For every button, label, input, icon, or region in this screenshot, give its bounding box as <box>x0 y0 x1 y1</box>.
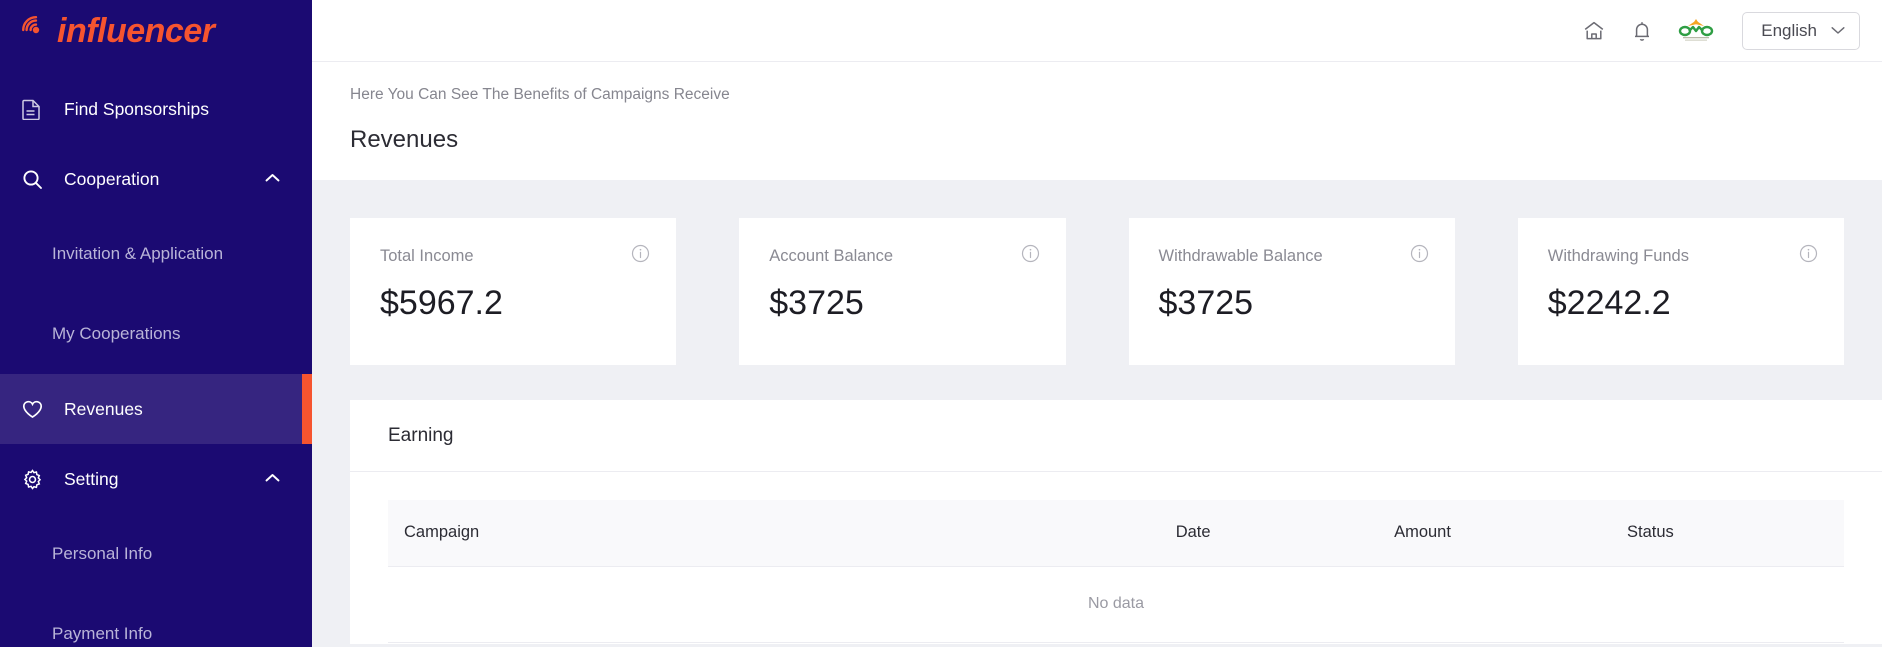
column-header-amount[interactable]: Amount <box>1378 500 1612 567</box>
earning-panel-header: Earning <box>350 400 1882 472</box>
sidebar-item-label: Revenues <box>64 398 143 419</box>
earning-panel: Earning Campaign Date Amount Status No d… <box>350 400 1882 644</box>
empty-state-text: No data <box>388 566 1844 643</box>
gear-icon <box>22 468 48 490</box>
sidebar-group-cooperation[interactable]: Cooperation <box>0 144 312 214</box>
chevron-up-icon[interactable] <box>265 170 280 188</box>
language-selector[interactable]: English <box>1742 11 1860 50</box>
language-label: English <box>1761 20 1817 40</box>
brand-name: influencer <box>57 11 215 50</box>
earning-table-wrap: Campaign Date Amount Status No data <box>350 472 1882 643</box>
bell-icon[interactable] <box>1620 9 1664 53</box>
column-header-status[interactable]: Status <box>1611 500 1844 567</box>
document-icon <box>22 99 48 120</box>
sidebar: influencer Find Sponsorships Cooperation… <box>0 0 312 647</box>
stat-card-value: $2242.2 <box>1547 284 1671 322</box>
home-icon[interactable] <box>1572 9 1616 53</box>
sidebar-group-label: Setting <box>64 468 119 489</box>
sidebar-group-setting[interactable]: Setting <box>0 444 312 514</box>
stat-card-label: Account Balance <box>769 246 894 265</box>
sidebar-item-label: Find Sponsorships <box>64 98 209 119</box>
brand-logo[interactable]: influencer <box>0 0 312 62</box>
info-icon[interactable] <box>631 244 650 268</box>
sidebar-item-find-sponsorships[interactable]: Find Sponsorships <box>0 74 312 144</box>
stat-card-total-income: Total Income $5967.2 <box>350 218 677 365</box>
chevron-down-icon <box>1831 22 1845 40</box>
sidebar-item-revenues[interactable]: Revenues <box>0 374 312 444</box>
page-title: Revenues <box>350 126 459 153</box>
earning-table: Campaign Date Amount Status No data <box>388 500 1844 643</box>
stat-card-account-balance: Account Balance $3725 <box>739 218 1066 365</box>
chevron-up-icon[interactable] <box>265 470 280 488</box>
column-header-campaign[interactable]: Campaign <box>388 500 1160 567</box>
page-subtitle: Here You Can See The Benefits of Campaig… <box>350 86 730 103</box>
sidebar-group-label: Cooperation <box>64 168 160 189</box>
column-header-date[interactable]: Date <box>1159 500 1379 567</box>
app-root: influencer Find Sponsorships Cooperation… <box>0 0 1882 647</box>
stat-card-label: Withdrawing Funds <box>1547 246 1689 265</box>
table-empty-row: No data <box>388 566 1844 643</box>
stat-card-withdrawable-balance: Withdrawable Balance $3725 <box>1128 218 1455 365</box>
main-area: English Here You Can See The Benefits of… <box>312 0 1882 647</box>
stat-card-value: $3725 <box>1158 284 1254 322</box>
stat-card-withdrawing-funds: Withdrawing Funds $2242.2 <box>1517 218 1844 365</box>
earning-title: Earning <box>388 424 454 446</box>
table-head: Campaign Date Amount Status <box>388 500 1844 567</box>
info-icon[interactable] <box>1410 244 1429 268</box>
table-header-row: Campaign Date Amount Status <box>388 500 1844 567</box>
stat-card-value: $3725 <box>769 284 864 322</box>
sidebar-item-my-cooperations[interactable]: My Cooperations <box>0 294 312 374</box>
info-icon[interactable] <box>1021 244 1040 268</box>
stat-cards: Total Income $5967.2 Account Balance $37… <box>350 218 1882 365</box>
sidebar-subitem-label: Personal Info <box>52 544 153 563</box>
sidebar-subitem-label: Payment Info <box>52 624 153 643</box>
sidebar-nav: Find Sponsorships Cooperation Invitation… <box>0 74 312 647</box>
sidebar-subitem-label: My Cooperations <box>52 324 181 343</box>
sidebar-subitem-label: Invitation & Application <box>52 244 224 263</box>
table-body: No data <box>388 566 1844 643</box>
stat-card-label: Total Income <box>380 246 474 265</box>
info-icon[interactable] <box>1799 244 1818 268</box>
page-content: Total Income $5967.2 Account Balance $37… <box>312 180 1882 647</box>
sidebar-item-personal-info[interactable]: Personal Info <box>0 514 312 594</box>
signal-wave-icon <box>22 10 56 53</box>
stat-card-value: $5967.2 <box>380 284 503 322</box>
heart-icon <box>22 400 48 419</box>
search-icon <box>22 169 48 190</box>
topbar: English <box>312 0 1882 62</box>
page-header: Here You Can See The Benefits of Campaig… <box>312 62 1882 180</box>
sidebar-item-invitation-application[interactable]: Invitation & Application <box>0 214 312 294</box>
stat-card-label: Withdrawable Balance <box>1158 246 1323 265</box>
omo-logo[interactable] <box>1674 16 1718 46</box>
sidebar-item-payment-info[interactable]: Payment Info <box>0 594 312 647</box>
